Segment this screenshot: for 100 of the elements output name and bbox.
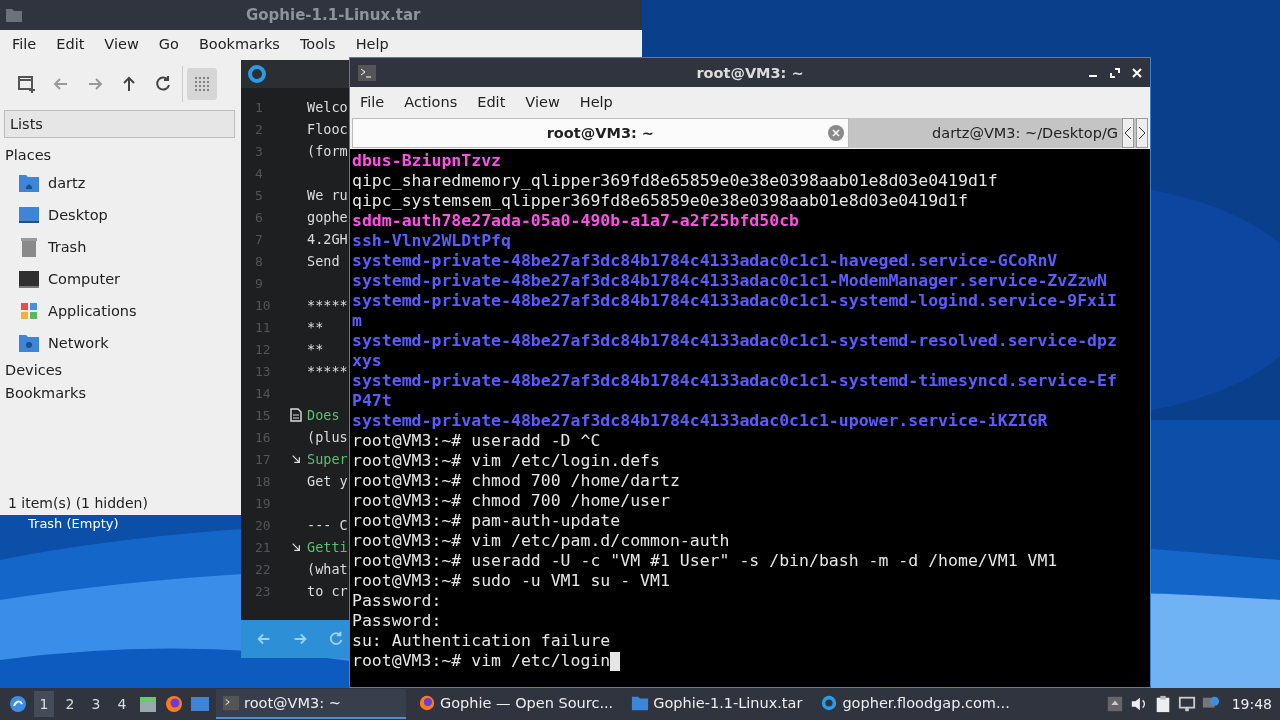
trash-icon: [19, 237, 39, 257]
place-item[interactable]: Desktop: [0, 199, 219, 231]
workspace-button[interactable]: 1: [34, 691, 54, 717]
grid-icon: [192, 74, 212, 94]
fox-globe-icon: [418, 694, 436, 712]
terminal-line: systemd-private-48be27af3dc84b1784c4133adac0c1c1-systemd-resolved.service-dpz: [352, 331, 1117, 351]
workspace-button[interactable]: 4: [112, 691, 132, 717]
desktop-icon-label[interactable]: Trash (Empty): [28, 516, 119, 531]
menu-item[interactable]: File: [2, 36, 47, 52]
terminal-line: m: [352, 311, 362, 331]
section-header[interactable]: Bookmarks: [0, 382, 86, 405]
menu-item[interactable]: Bookmarks: [188, 36, 290, 52]
close-tab-icon[interactable]: [827, 125, 844, 141]
line-number: 12: [254, 341, 272, 357]
gopher-text: *****: [307, 297, 348, 313]
gopher-link[interactable]: Does: [307, 407, 340, 423]
terminal-line: ssh-Vlnv2WLDtPfq: [352, 231, 511, 251]
desktop-icon[interactable]: [190, 694, 210, 714]
document-icon: [290, 408, 302, 422]
menu-item[interactable]: View: [515, 93, 570, 110]
gopher-text: (plus: [307, 429, 348, 445]
menu-item[interactable]: Actions: [394, 93, 468, 110]
workspace-button[interactable]: 2: [60, 691, 80, 717]
text-cursor: [610, 651, 621, 671]
fox-globe-icon[interactable]: [164, 694, 184, 714]
terminal-line: Password:: [352, 591, 442, 611]
volume-icon[interactable]: [1129, 695, 1148, 713]
line-number: 17: [254, 451, 272, 467]
terminal-line: P47t: [352, 391, 392, 411]
section-header[interactable]: Devices: [0, 359, 63, 382]
gopher-text: (form: [307, 143, 348, 159]
terminal-line: root@VM3:~# sudo -u VM1 su - VM1: [352, 571, 670, 591]
menu-item[interactable]: Tools: [289, 36, 346, 52]
gopher-text: Send: [307, 253, 340, 269]
gopher-link[interactable]: Super: [307, 451, 348, 467]
gopher-text: --- C: [307, 517, 348, 533]
terminal-tab[interactable]: root@VM3: ~: [352, 118, 849, 148]
line-number: 18: [254, 473, 272, 489]
menu-item[interactable]: Help: [345, 36, 399, 52]
menu-item[interactable]: Go: [148, 36, 189, 52]
gopher-link[interactable]: Getti: [307, 539, 348, 555]
menu-item[interactable]: Edit: [467, 93, 516, 110]
window-title: root@VM3: ~: [695, 64, 805, 81]
arrow-icon: [291, 454, 301, 464]
gopher-text: Welco: [307, 99, 348, 115]
section-header[interactable]: Places: [0, 144, 52, 167]
terminal-line: xys: [352, 351, 382, 371]
line-number: 13: [254, 363, 272, 379]
scroll-right-button[interactable]: [1136, 118, 1148, 148]
gopher-text: 4.2GH: [307, 231, 348, 247]
place-item[interactable]: Applications: [0, 295, 219, 327]
arrow-icon: [291, 542, 301, 552]
place-item[interactable]: Network: [0, 327, 219, 359]
new-tab-icon: [17, 74, 37, 94]
ring-icon: [820, 694, 839, 712]
gopher-text: (what: [307, 561, 348, 577]
menu-item[interactable]: View: [94, 36, 149, 52]
terminal-line: sddm-auth78e27ada-05a0-490b-a1a7-a2f25bfd50cb: [352, 211, 800, 231]
menu-item[interactable]: Edit: [46, 36, 95, 52]
gopher-text: Flooc: [307, 121, 348, 137]
scroll-left-button[interactable]: [1122, 118, 1134, 148]
line-number: 11: [254, 319, 272, 335]
side-pane-selector[interactable]: Lists: [4, 110, 235, 138]
line-number: 19: [254, 495, 272, 511]
line-number: 23: [254, 583, 272, 599]
terminal-line: root@VM3:~# chmod 700 /home/dartz: [352, 471, 680, 491]
close-button[interactable]: [1132, 67, 1142, 78]
line-number: 16: [254, 429, 272, 445]
gopher-text: gophe: [307, 209, 348, 225]
terminal-line: root@VM3:~# pam-auth-update: [352, 511, 621, 531]
chevron-left-icon: [1124, 126, 1132, 140]
start-menu-icon[interactable]: [8, 694, 28, 714]
file-cabinet-icon[interactable]: [138, 694, 158, 714]
place-item[interactable]: Trash: [0, 231, 219, 263]
menu-item[interactable]: Help: [569, 93, 623, 110]
taskbar-button[interactable]: Gophie-1.1-Linux.tar: [625, 689, 809, 719]
line-number: 9: [254, 275, 264, 291]
network-folder-icon: [19, 333, 39, 353]
taskbar-button[interactable]: root@VM3: ~: [216, 689, 406, 719]
gopher-text: **: [307, 341, 324, 357]
clock[interactable]: 19:48: [1231, 696, 1272, 712]
grid-view-button[interactable]: [187, 68, 217, 100]
menu-item[interactable]: File: [350, 93, 395, 110]
line-number: 15: [254, 407, 272, 423]
taskbar-button[interactable]: Gophie — Open Sourc...: [412, 689, 620, 719]
line-number: 3: [254, 143, 264, 159]
network-icon[interactable]: [1177, 695, 1196, 713]
terminal-line: root@VM3:~# useradd -U -c "VM #1 User" -s /bin/bash -m -d /home/VM1 VM1: [352, 551, 1058, 571]
maximize-button[interactable]: [1110, 67, 1120, 78]
place-item[interactable]: Computer: [0, 263, 219, 295]
workspace-button[interactable]: 3: [86, 691, 106, 717]
line-number: 7: [254, 231, 264, 247]
place-item[interactable]: dartz: [0, 167, 219, 199]
terminal-line: root@VM3:~# vim /etc/login: [352, 651, 611, 671]
eject-icon[interactable]: [1105, 695, 1124, 713]
terminal-line: systemd-private-48be27af3dc84b1784c4133adac0c1c1-upower.service-iKZIGR: [352, 411, 1048, 431]
line-number: 5: [254, 187, 264, 203]
terminal-tab[interactable]: dartz@VM3: ~/Desktop/G: [848, 118, 1122, 148]
taskbar-button[interactable]: gopher.floodgap.com...: [814, 689, 1016, 719]
desktop-icon: [19, 205, 39, 225]
